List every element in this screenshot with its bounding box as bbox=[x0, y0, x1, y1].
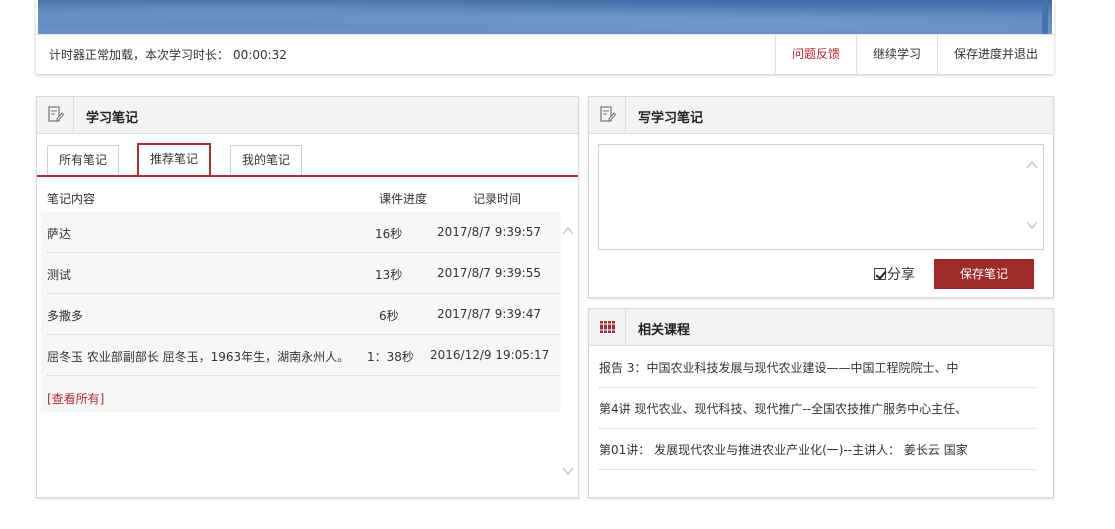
save-exit-button[interactable]: 保存进度并退出 bbox=[936, 35, 1054, 75]
list-item[interactable]: 第01讲： 发展现代农业与推进农业产业化(一)--主讲人： 姜长云 国家 bbox=[599, 429, 1035, 470]
course-link[interactable]: 第01讲： 发展现代农业与推进农业产业化(一)--主讲人： 姜长云 国家 bbox=[599, 441, 968, 458]
related-title: 相关课程 bbox=[638, 323, 691, 338]
scroll-down-icon[interactable] bbox=[1026, 219, 1038, 231]
note-time: 2017/8/7 9:39:55 bbox=[437, 266, 541, 280]
note-edit-icon bbox=[589, 97, 626, 133]
note-content: 萨达 bbox=[47, 227, 72, 241]
timer-bar: 计时器正常加载，本次学习时长： 00:00:32 问题反馈 继续学习 保存进度并退… bbox=[36, 34, 1054, 75]
continue-study-button[interactable]: 继续学习 bbox=[855, 35, 937, 75]
table-row[interactable]: 多撒多 6秒 2017/8/7 9:39:47 bbox=[47, 294, 560, 335]
tab-my-notes[interactable]: 我的笔记 bbox=[230, 145, 303, 175]
timer-value: 00:00:32 bbox=[233, 48, 287, 62]
related-header: 相关课程 bbox=[589, 309, 1053, 346]
list-item[interactable]: 报告 3：中国农业科技发展与现代农业建设——中国工程院院士、中 bbox=[599, 347, 1035, 388]
tab-recommended-notes[interactable]: 推荐笔记 bbox=[137, 143, 212, 175]
write-notes-panel: 写学习笔记 分享 保存笔记 bbox=[588, 96, 1054, 298]
course-link[interactable]: 第4讲 现代农业、现代科技、现代推广--全国农技推广服务中心主任、 bbox=[599, 400, 967, 417]
scroll-down-icon[interactable] bbox=[562, 465, 574, 477]
view-all-link[interactable]: [查看所有] bbox=[47, 390, 104, 407]
note-edit-icon bbox=[37, 97, 74, 133]
write-title: 写学习笔记 bbox=[638, 111, 704, 126]
table-row[interactable]: 测试 13秒 2017/8/7 9:39:55 bbox=[47, 253, 560, 294]
feedback-button[interactable]: 问题反馈 bbox=[774, 35, 856, 75]
related-courses-panel: 相关课程 报告 3：中国农业科技发展与现代农业建设——中国工程院院士、中 第4讲… bbox=[588, 308, 1054, 498]
table-row[interactable]: 屈冬玉 农业部副部长 屈冬玉，1963年生，湖南永州人。 1：38秒 2016/… bbox=[47, 335, 560, 376]
note-textarea[interactable] bbox=[598, 144, 1044, 250]
note-content: 测试 bbox=[47, 268, 72, 282]
note-progress: 6秒 bbox=[379, 309, 399, 323]
note-progress: 16秒 bbox=[375, 227, 403, 241]
col-progress: 课件进度 bbox=[379, 192, 428, 206]
note-time: 2016/12/9 19:05:17 bbox=[430, 348, 550, 362]
tab-all-notes[interactable]: 所有笔记 bbox=[47, 145, 120, 175]
table-row[interactable]: 萨达 16秒 2017/8/7 9:39:57 bbox=[47, 212, 560, 253]
write-header: 写学习笔记 bbox=[589, 97, 1053, 134]
save-note-button[interactable]: 保存笔记 bbox=[934, 259, 1034, 289]
list-item[interactable]: 第4讲 现代农业、现代科技、现代推广--全国农技推广服务中心主任、 bbox=[599, 388, 1035, 429]
note-time: 2017/8/7 9:39:57 bbox=[437, 225, 541, 239]
notes-table-header: 笔记内容 课件进度 记录时间 bbox=[47, 190, 557, 206]
share-label: 分享 bbox=[887, 267, 915, 283]
player-area: 计时器正常加载，本次学习时长： 00:00:32 问题反馈 继续学习 保存进度并退… bbox=[36, 0, 1054, 75]
study-notes-panel: 学习笔记 所有笔记 推荐笔记 我的笔记 笔记内容 课件进度 记录时间 萨达 16… bbox=[36, 96, 579, 498]
timer-label: 计时器正常加载，本次学习时长： bbox=[49, 48, 230, 62]
checkbox-check-icon[interactable] bbox=[874, 268, 886, 280]
video-player[interactable] bbox=[38, 0, 1052, 34]
notes-tabs: 所有笔记 推荐笔记 我的笔记 bbox=[37, 143, 578, 177]
col-time: 记录时间 bbox=[473, 192, 522, 206]
course-link[interactable]: 报告 3：中国农业科技发展与现代农业建设——中国工程院院士、中 bbox=[599, 359, 958, 376]
notes-title: 学习笔记 bbox=[86, 111, 139, 126]
share-checkbox[interactable]: 分享 bbox=[874, 264, 915, 284]
note-progress: 13秒 bbox=[375, 268, 403, 282]
notes-list: 萨达 16秒 2017/8/7 9:39:57 测试 13秒 2017/8/7 … bbox=[41, 212, 561, 412]
timer-status: 计时器正常加载，本次学习时长： 00:00:32 bbox=[49, 46, 287, 63]
timer-actions: 问题反馈 继续学习 保存进度并退出 bbox=[774, 35, 1054, 75]
note-progress: 1：38秒 bbox=[367, 350, 414, 364]
scroll-up-icon[interactable] bbox=[1026, 159, 1038, 171]
note-time: 2017/8/7 9:39:47 bbox=[437, 307, 541, 321]
note-content: 多撒多 bbox=[47, 309, 84, 323]
scroll-up-icon[interactable] bbox=[562, 225, 574, 237]
notes-header: 学习笔记 bbox=[37, 97, 578, 134]
note-content: 屈冬玉 农业部副部长 屈冬玉，1963年生，湖南永州人。 bbox=[47, 350, 350, 364]
library-books-icon bbox=[589, 309, 626, 345]
col-content: 笔记内容 bbox=[47, 192, 96, 206]
